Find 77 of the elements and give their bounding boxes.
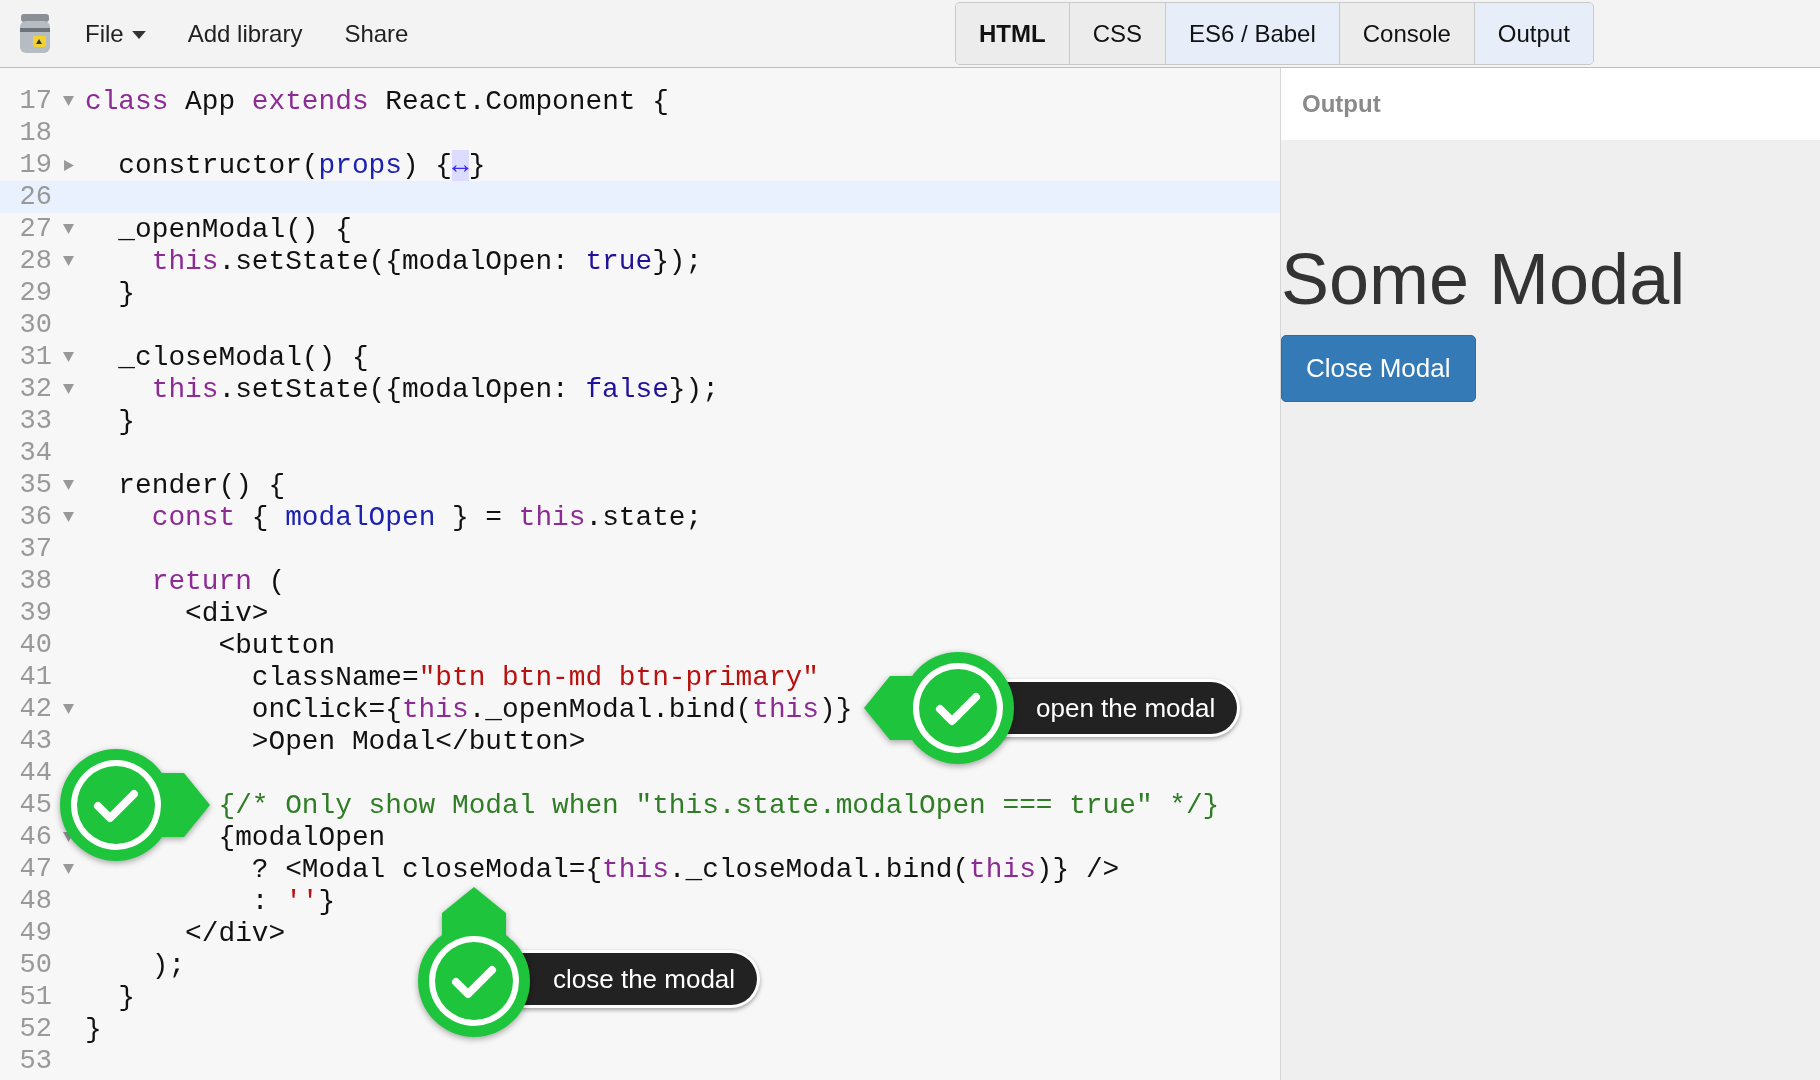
line-number: 18 xyxy=(18,118,52,148)
line-number: 31 xyxy=(18,342,52,372)
line-number: 45 xyxy=(18,790,52,820)
code-line: constructor(props) {↔} xyxy=(117,149,486,181)
code-line: {modalOpen xyxy=(217,821,386,853)
line-number: 26 xyxy=(18,182,52,212)
line-number: 41 xyxy=(18,662,52,692)
fold-arrow-icon[interactable] xyxy=(63,224,74,234)
fold-arrow-icon[interactable] xyxy=(63,256,74,266)
line-number: 38 xyxy=(18,566,52,596)
jar-icon[interactable] xyxy=(18,11,52,56)
line-number: 30 xyxy=(18,310,52,340)
line-number: 39 xyxy=(18,598,52,628)
line-number: 46 xyxy=(18,822,52,852)
line-number: 48 xyxy=(18,886,52,916)
line-number: 51 xyxy=(18,982,52,1012)
line-number: 53 xyxy=(18,1046,52,1076)
code-line: _openModal() { xyxy=(117,213,352,245)
code-line: ); xyxy=(150,949,186,981)
fold-arrow-icon[interactable] xyxy=(63,704,74,714)
fold-arrow-icon[interactable] xyxy=(63,159,74,171)
line-number: 43 xyxy=(18,726,52,756)
code-line: render() { xyxy=(117,469,286,501)
line-number: 44 xyxy=(18,758,52,788)
line-number: 42 xyxy=(18,694,52,724)
code-line: this.setState({modalOpen: true}); xyxy=(150,245,703,277)
line-number: 34 xyxy=(18,438,52,468)
line-number: 47 xyxy=(18,854,52,884)
code-line: ? <Modal closeModal={this._closeModal.bind(this)} /> xyxy=(250,853,1120,885)
menu-item[interactable]: Add library xyxy=(166,15,324,52)
line-number: 27 xyxy=(18,214,52,244)
line-number: 32 xyxy=(18,374,52,404)
code-line: const { modalOpen } = this.state; xyxy=(150,501,703,533)
code-line: return ( xyxy=(150,565,286,597)
code-line: {/* Only show Modal when "this.state.modalOpen === true" */} xyxy=(217,789,1220,821)
code-line: this.setState({modalOpen: false}); xyxy=(150,373,719,405)
fold-arrow-icon[interactable] xyxy=(63,512,74,522)
fold-arrow-icon[interactable] xyxy=(63,384,74,394)
fold-arrow-icon[interactable] xyxy=(63,352,74,362)
caret-icon xyxy=(131,30,146,39)
panel-tab[interactable]: ES6 / Babel xyxy=(1166,3,1340,64)
line-number: 52 xyxy=(18,1014,52,1044)
code-line: >Open Modal</button> xyxy=(250,725,586,757)
line-number: 37 xyxy=(18,534,52,564)
line-number: 17 xyxy=(18,86,52,116)
menu-item[interactable]: Share xyxy=(323,15,430,52)
menu-item[interactable]: File xyxy=(64,15,167,52)
line-number: 36 xyxy=(18,502,52,532)
line-number: 49 xyxy=(18,918,52,948)
fold-arrow-icon[interactable] xyxy=(63,96,74,106)
line-number: 50 xyxy=(18,950,52,980)
panel-title: Output xyxy=(1302,90,1381,118)
panel-tab[interactable]: HTML xyxy=(956,3,1070,64)
code-line: <button xyxy=(217,629,336,661)
callout-label: close the modal xyxy=(520,950,761,1008)
line-number: 40 xyxy=(18,630,52,660)
line-number: 19 xyxy=(18,150,52,180)
code-line: } xyxy=(117,277,136,309)
close-modal-button[interactable]: Close Modal xyxy=(1281,335,1476,403)
code-line: } xyxy=(117,405,136,437)
code-line: <div> xyxy=(184,597,269,629)
line-number: 28 xyxy=(18,246,52,276)
line-number: 33 xyxy=(18,406,52,436)
line-number: 29 xyxy=(18,278,52,308)
code-line: : ''} xyxy=(250,885,336,917)
code-line: class App extends React.Component { xyxy=(85,85,669,117)
code-line: onClick={this._openModal.bind(this)} xyxy=(250,693,853,725)
fold-arrow-icon[interactable] xyxy=(63,480,74,490)
fold-arrow-icon[interactable] xyxy=(63,864,74,874)
modal-heading: Some Modal xyxy=(1281,240,1687,320)
code-line: className="btn btn-md btn-primary" xyxy=(250,661,819,693)
code-line: _closeModal() { xyxy=(117,341,369,373)
panel-tab[interactable]: Output xyxy=(1474,3,1593,64)
code-line: } xyxy=(117,981,136,1013)
code-line: </div> xyxy=(184,917,286,949)
line-number: 35 xyxy=(18,470,52,500)
code-line: } xyxy=(85,1013,102,1045)
